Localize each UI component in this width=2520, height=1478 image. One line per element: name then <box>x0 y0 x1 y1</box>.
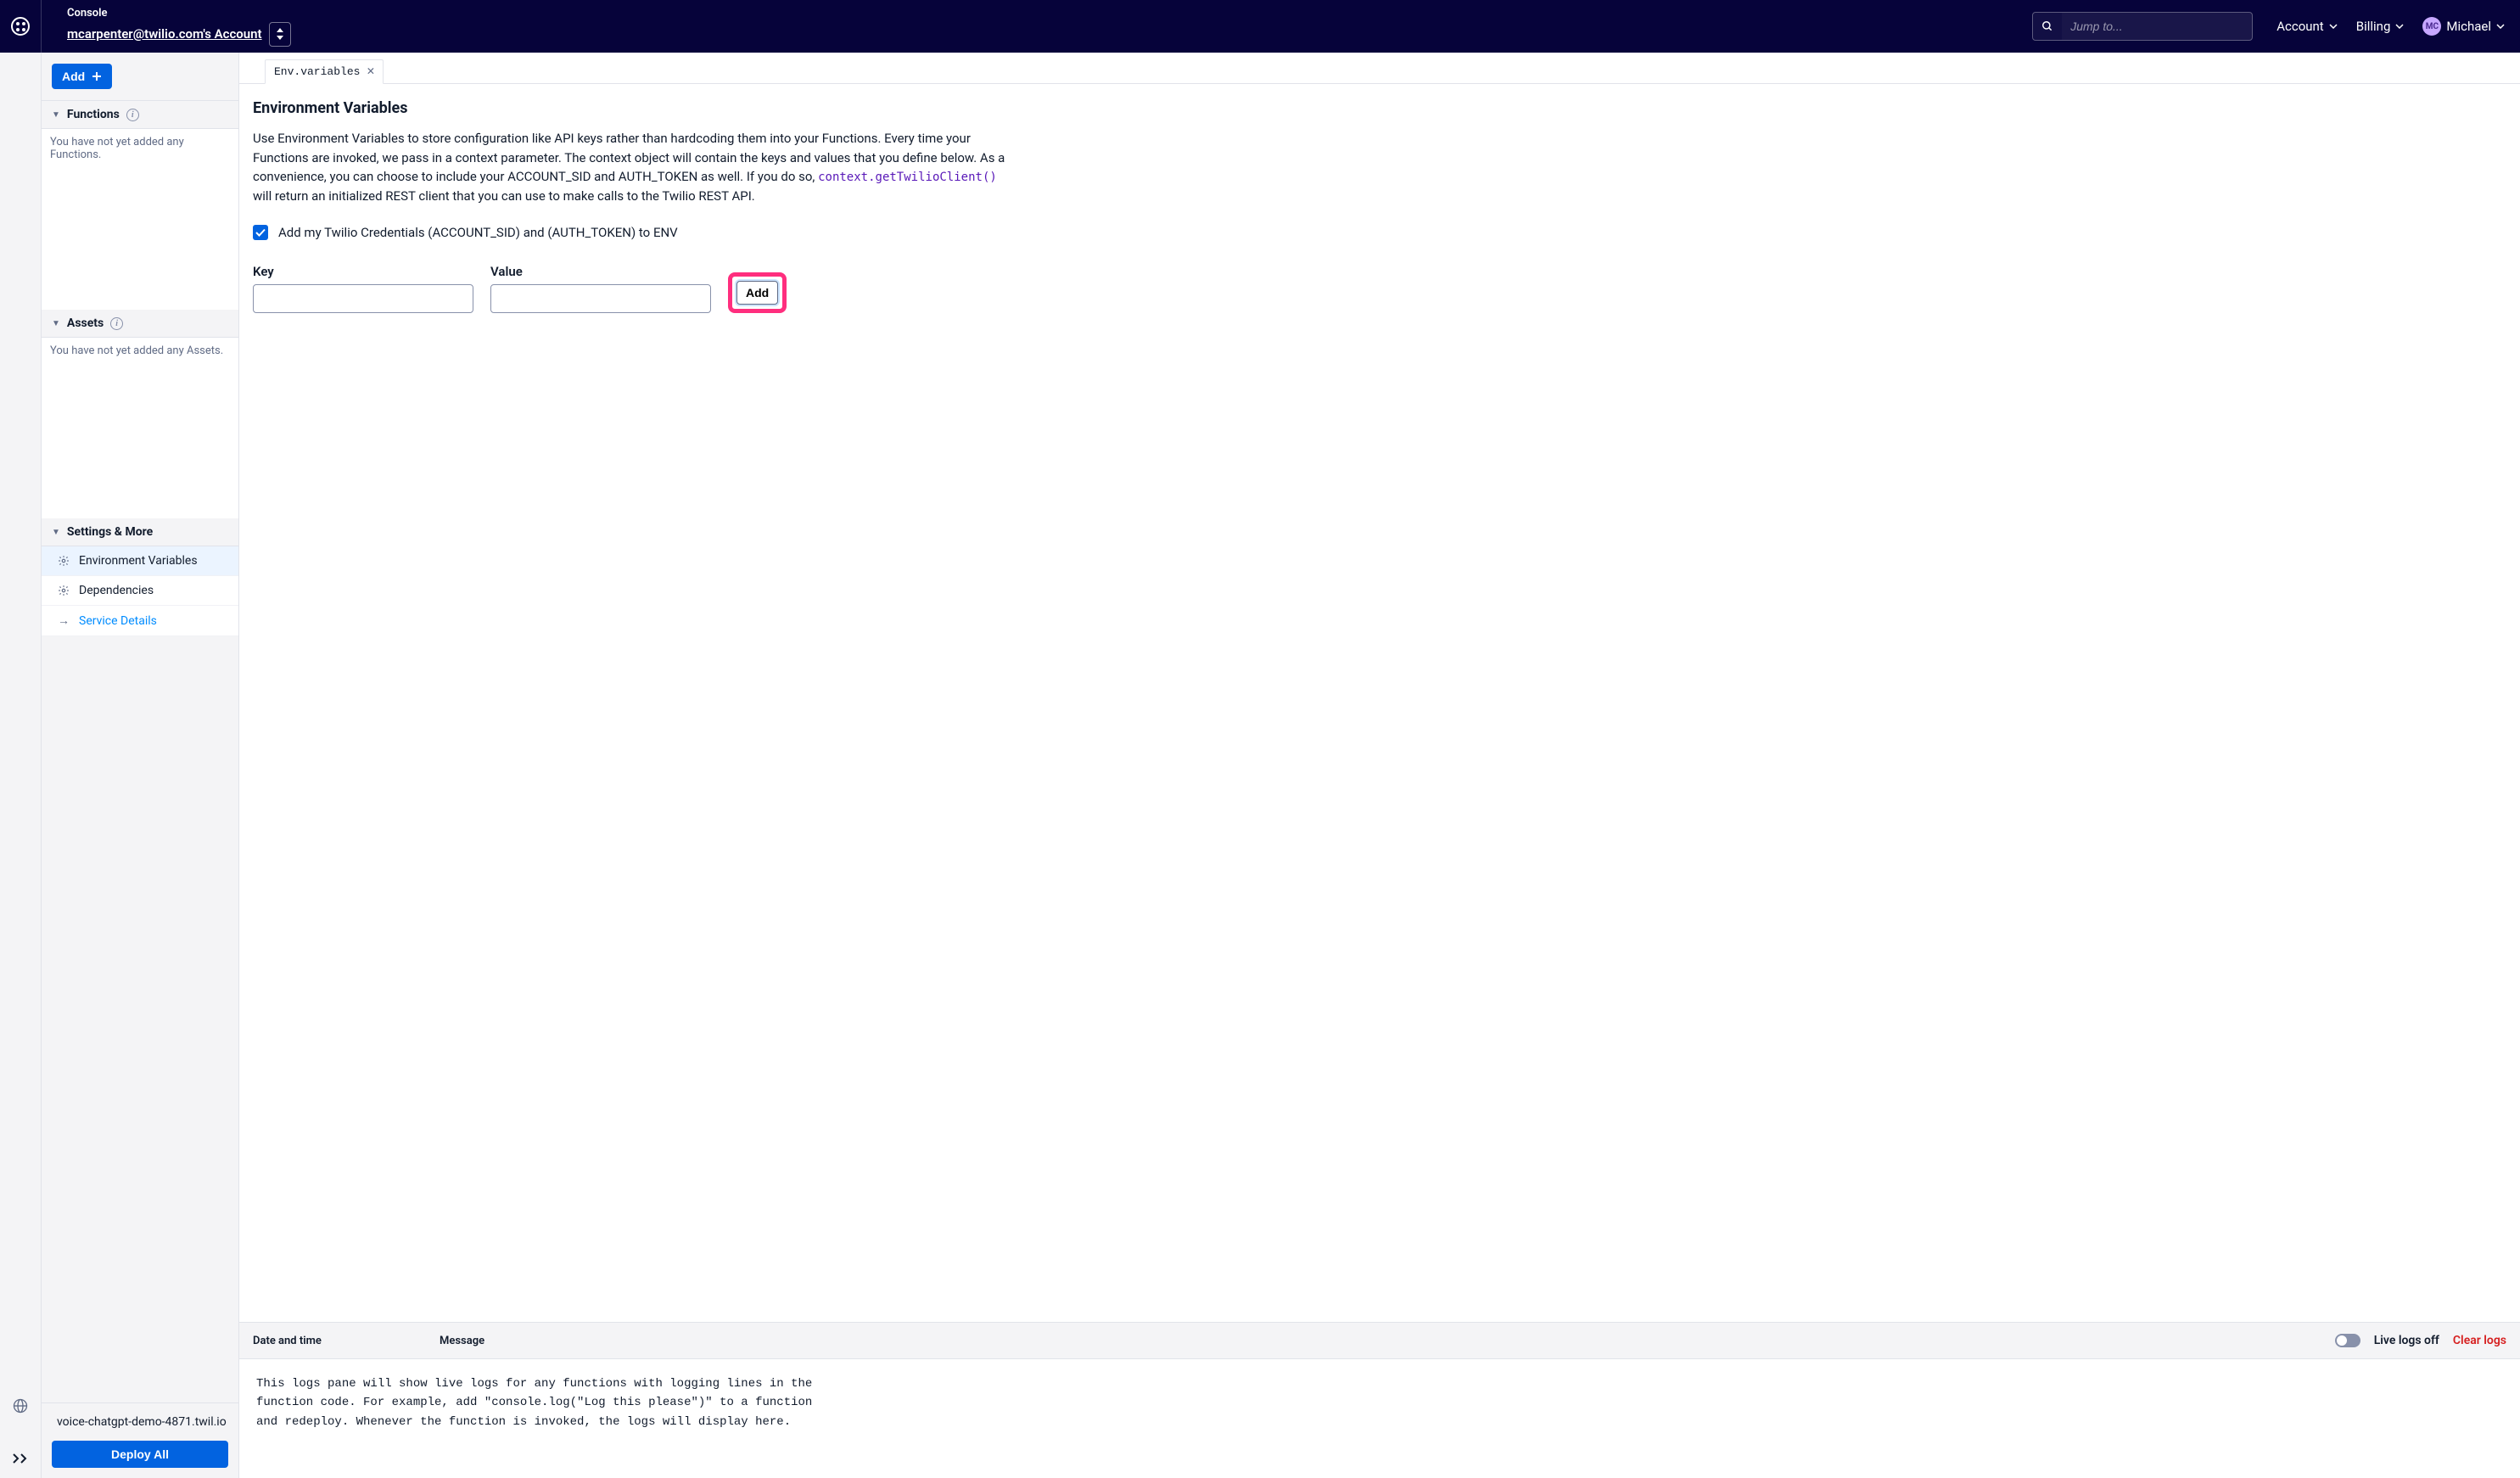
value-label: Value <box>490 264 711 279</box>
nav-user[interactable]: MC Michael <box>2422 17 2505 36</box>
deploy-all-button[interactable]: Deploy All <box>52 1441 228 1468</box>
add-env-button[interactable]: Add <box>736 281 778 305</box>
top-bar: Console mcarpenter@twilio.com's Account … <box>0 0 2520 53</box>
close-icon[interactable]: ✕ <box>367 65 374 78</box>
clear-logs-button[interactable]: Clear logs <box>2453 1334 2506 1347</box>
avatar: MC <box>2422 17 2441 36</box>
left-rail <box>0 53 42 1478</box>
nav-user-label: Michael <box>2446 19 2491 34</box>
logs-body: This logs pane will show live logs for a… <box>239 1359 2520 1478</box>
add-highlight-frame: Add <box>728 272 787 313</box>
info-icon[interactable]: i <box>110 317 123 330</box>
add-button-label: Add <box>62 70 85 83</box>
value-input[interactable] <box>490 284 711 313</box>
sidebar-item-dependencies[interactable]: Dependencies <box>42 576 238 606</box>
settings-list: Environment Variables Dependencies → Ser… <box>42 546 238 636</box>
gear-icon <box>57 555 70 567</box>
nav-account-label: Account <box>2276 19 2324 34</box>
sidebar-item-label: Dependencies <box>79 584 154 597</box>
credentials-label: Add my Twilio Credentials (ACCOUNT_SID) … <box>278 225 678 240</box>
sidebar-item-service-details[interactable]: → Service Details <box>42 606 238 636</box>
main-area: Env.variables ✕ Environment Variables Us… <box>239 53 2520 1478</box>
page-title: Environment Variables <box>253 99 2506 117</box>
section-settings-label: Settings & More <box>67 525 153 539</box>
section-assets-header[interactable]: ▼ Assets i <box>42 310 238 338</box>
add-button[interactable]: Add <box>52 64 112 89</box>
chevron-down-icon <box>2329 24 2338 29</box>
tab-env-variables[interactable]: Env.variables ✕ <box>265 59 384 84</box>
tab-bar: Env.variables ✕ <box>239 53 2520 84</box>
sidebar-item-label: Service Details <box>79 614 157 628</box>
credentials-checkbox[interactable] <box>253 225 268 240</box>
nav-billing-label: Billing <box>2356 19 2391 34</box>
section-functions-header[interactable]: ▼ Functions i <box>42 101 238 129</box>
credentials-row: Add my Twilio Credentials (ACCOUNT_SID) … <box>253 225 2506 240</box>
caret-down-icon: ▼ <box>52 528 60 537</box>
chevron-down-icon <box>2496 24 2505 29</box>
nav-billing[interactable]: Billing <box>2356 19 2405 34</box>
search-icon <box>2033 13 2062 40</box>
description-text: Use Environment Variables to store confi… <box>253 129 1016 206</box>
kv-row: Key Value Add <box>253 264 2506 313</box>
account-link[interactable]: mcarpenter@twilio.com's Account <box>67 26 262 42</box>
sidebar-item-env-variables[interactable]: Environment Variables <box>42 546 238 576</box>
account-block: Console mcarpenter@twilio.com's Account <box>42 7 308 47</box>
info-icon[interactable]: i <box>126 109 139 121</box>
gear-icon <box>57 585 70 596</box>
check-icon <box>255 228 266 237</box>
tab-label: Env.variables <box>274 65 360 78</box>
console-label: Console <box>67 7 291 20</box>
nav-account[interactable]: Account <box>2276 19 2338 34</box>
docs-icon[interactable] <box>11 1397 30 1415</box>
caret-down-icon: ▼ <box>52 319 60 328</box>
key-input[interactable] <box>253 284 473 313</box>
logs-col-message: Message <box>440 1335 2335 1347</box>
assets-empty-text: You have not yet added any Assets. <box>42 338 238 518</box>
brand-cell[interactable] <box>0 0 42 53</box>
key-label: Key <box>253 264 473 279</box>
top-nav: Account Billing MC Michael <box>2253 17 2520 36</box>
global-search[interactable] <box>2032 12 2253 41</box>
service-domain: voice-chatgpt-demo-4871.twil.io <box>52 1415 228 1429</box>
content-area: Environment Variables Use Environment Va… <box>239 84 2520 1322</box>
sort-icon <box>276 28 284 40</box>
caret-down-icon: ▼ <box>52 110 60 120</box>
sidebar-item-label: Environment Variables <box>79 554 198 568</box>
desc-post: will return an initialized REST client t… <box>253 188 755 204</box>
side-panel: Add ▼ Functions i You have not yet added… <box>42 53 239 1478</box>
live-logs-toggle[interactable] <box>2335 1334 2360 1347</box>
logs-header: Date and time Message Live logs off Clea… <box>239 1322 2520 1359</box>
expand-icon[interactable] <box>11 1449 30 1468</box>
desc-code: context.getTwilioClient() <box>818 171 997 184</box>
plus-icon <box>92 71 102 81</box>
logs-col-datetime: Date and time <box>253 1335 440 1347</box>
sidebar-footer: voice-chatgpt-demo-4871.twil.io Deploy A… <box>42 1402 238 1478</box>
functions-empty-text: You have not yet added any Functions. <box>42 129 238 310</box>
arrow-right-icon: → <box>57 613 70 628</box>
live-logs-label: Live logs off <box>2374 1334 2439 1347</box>
account-switcher-button[interactable] <box>269 22 291 47</box>
chevron-down-icon <box>2395 24 2404 29</box>
section-settings-header[interactable]: ▼ Settings & More <box>42 518 238 546</box>
twilio-logo-icon <box>11 17 30 36</box>
search-input[interactable] <box>2062 13 2252 40</box>
section-functions-label: Functions <box>67 108 120 121</box>
section-assets-label: Assets <box>67 316 104 330</box>
